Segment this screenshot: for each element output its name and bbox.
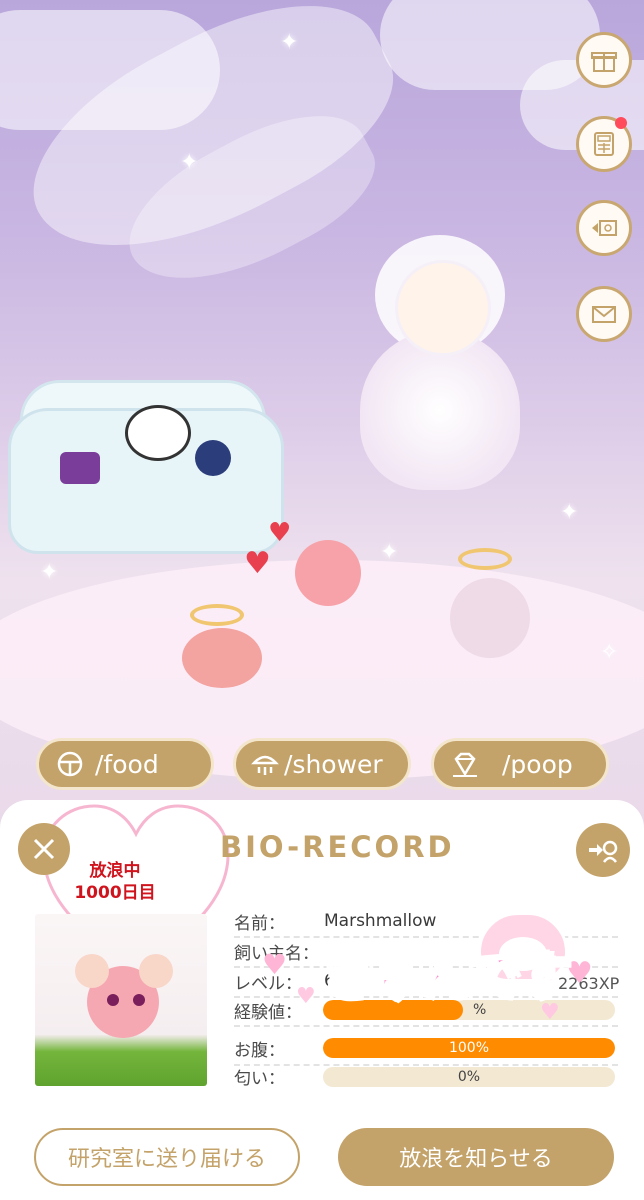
smell-bar-text: 0% — [457, 1069, 481, 1085]
hunger-bar: 100% — [323, 1038, 615, 1058]
rainbow-badge — [195, 440, 231, 476]
halo — [190, 604, 244, 626]
pet-portrait-eye — [107, 994, 119, 1006]
pet-fawn[interactable] — [182, 628, 262, 688]
sparkle-icon: ✧ — [600, 640, 619, 665]
kyun-sticker-text: きゅんです — [320, 947, 572, 1010]
shower-label: /shower — [284, 749, 383, 779]
gift-button[interactable] — [576, 32, 632, 88]
mail-button[interactable] — [576, 286, 632, 342]
shower-button[interactable]: /shower — [233, 738, 411, 790]
heart-icon: ♥ — [268, 518, 292, 548]
shower-icon — [250, 749, 280, 779]
calculator-icon — [594, 132, 614, 156]
gift-icon — [591, 52, 617, 72]
poop-label: /poop — [502, 749, 573, 779]
pet-portrait-ear — [139, 954, 173, 988]
heart-icon: ♥ — [262, 948, 288, 981]
pet-sheep[interactable] — [450, 578, 530, 658]
food-bowl-icon — [55, 749, 85, 779]
character-head — [395, 260, 491, 356]
plush-toy — [125, 405, 191, 461]
pet-portrait-ear — [75, 954, 109, 988]
sparkle-icon: ✦ — [40, 560, 59, 585]
notify-stray-button[interactable]: 放浪を知らせる — [338, 1128, 614, 1186]
sparkle-icon: ✦ — [280, 30, 299, 55]
calculator-button[interactable] — [576, 116, 632, 172]
stray-status-line1: 放浪中 — [89, 861, 141, 881]
swap-button[interactable] — [576, 823, 630, 877]
smell-bar: 0% — [323, 1067, 615, 1087]
notification-badge — [615, 117, 627, 129]
panel-title: BIO-RECORD — [220, 830, 455, 864]
stray-status-line2: 1000日目 — [74, 883, 156, 903]
hunger-row: お腹： — [234, 1036, 324, 1061]
smell-row: 匂い： — [234, 1064, 324, 1089]
name-value: Marshmallow — [324, 911, 437, 931]
food-button[interactable]: /food — [36, 738, 214, 790]
hunger-label: お腹： — [234, 1040, 285, 1061]
swap-icon — [589, 840, 618, 863]
heart-icon: ♥ — [296, 984, 316, 1009]
pet-portrait — [35, 914, 207, 1086]
ticket-exchange-icon — [592, 220, 617, 236]
exchange-button[interactable] — [576, 200, 632, 256]
smell-label: 匂い： — [234, 1068, 285, 1089]
food-label: /food — [95, 749, 159, 779]
diamond-icon — [450, 749, 480, 779]
heart-icon: ♥ — [244, 546, 271, 581]
poop-button[interactable]: /poop — [431, 738, 609, 790]
pet-portrait-eye — [133, 994, 145, 1006]
heart-icon: ♥ — [566, 956, 593, 991]
name-row: 名前： Marshmallow — [234, 909, 437, 934]
pet-room-scene: ✦ ✦ ✦ ✦ ✦ ✧ ♥ ♥ — [0, 0, 644, 830]
sparkle-icon: ✦ — [560, 500, 579, 525]
sparkle-icon: ✦ — [180, 150, 199, 175]
name-label: 名前： — [234, 913, 285, 934]
pet-pink[interactable] — [295, 540, 361, 606]
divider — [234, 1025, 618, 1027]
halo — [458, 548, 512, 570]
stray-status: 放浪中 1000日目 — [60, 860, 170, 904]
sparkle-icon: ✦ — [380, 540, 399, 565]
mail-icon — [592, 306, 616, 323]
hunger-bar-text: 100% — [448, 1040, 490, 1056]
purple-item — [60, 452, 100, 484]
send-to-lab-button[interactable]: 研究室に送り届ける — [34, 1128, 300, 1186]
close-icon — [33, 838, 55, 860]
